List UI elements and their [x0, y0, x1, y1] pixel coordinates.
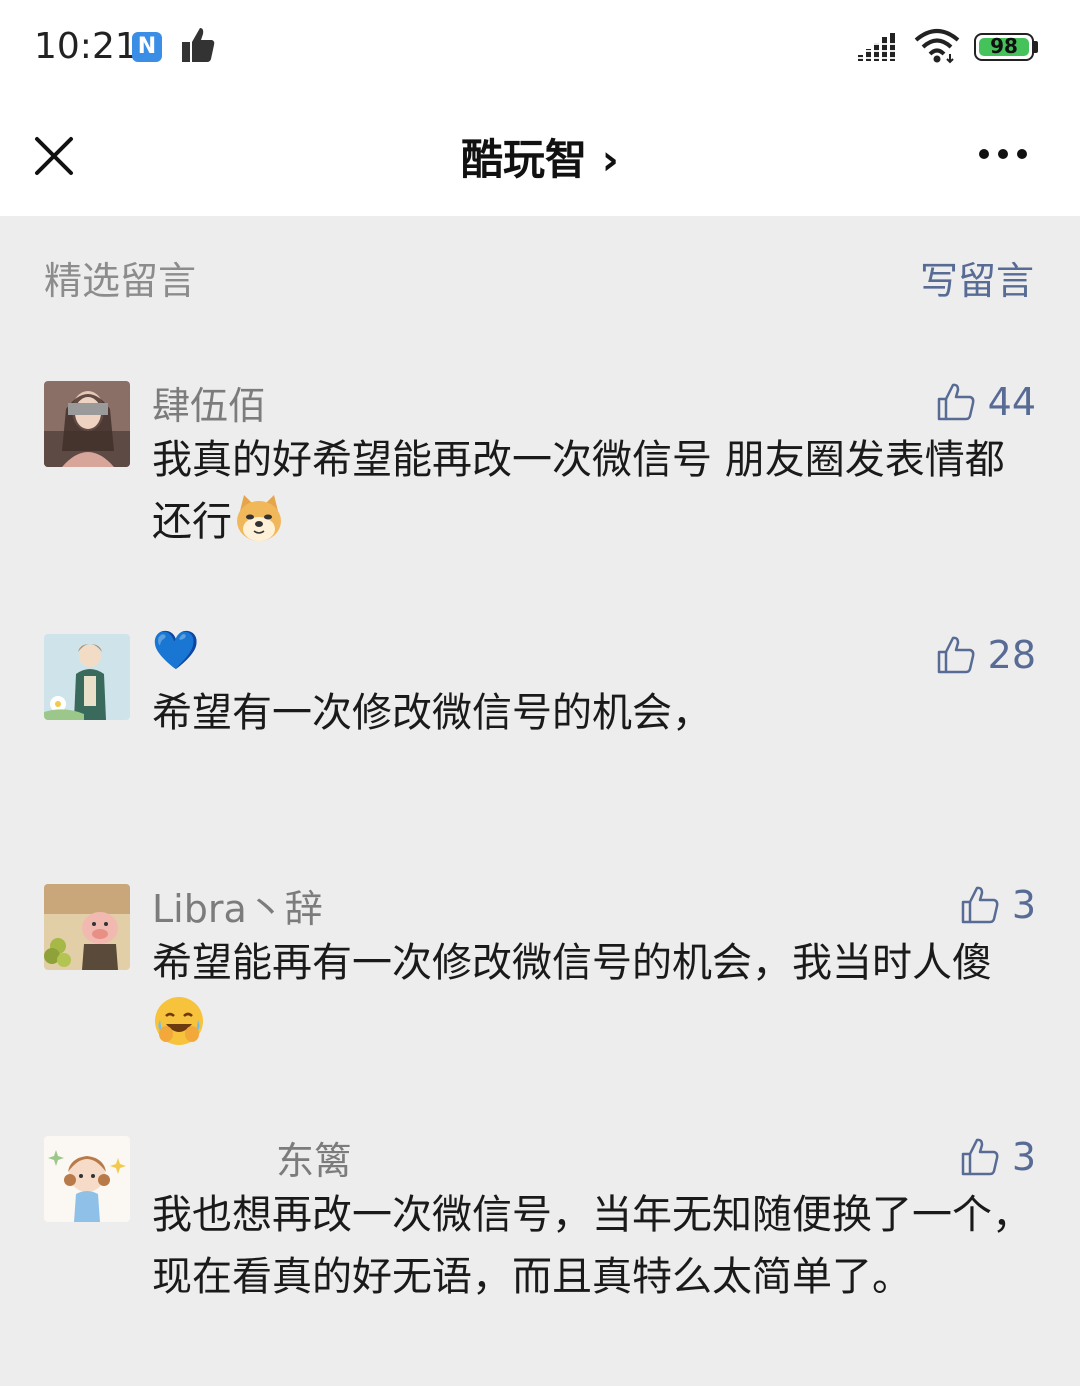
comment-username: 东篱 — [276, 1139, 353, 1183]
battery-level: 98 — [990, 34, 1018, 58]
thumb-notification-icon — [182, 28, 215, 62]
nav-bar: 酷玩智 › — [0, 96, 1080, 216]
write-comment-button[interactable]: 写留言 — [920, 250, 1034, 305]
comment-username: 肆伍佰 — [152, 384, 267, 428]
comment-text: 希望能再有一次修改微信号的机会，我当时人傻 — [152, 932, 1032, 1056]
wifi-icon — [914, 29, 960, 64]
like-button[interactable]: 44 — [936, 379, 1036, 425]
signal-icon — [858, 33, 898, 61]
like-count: 3 — [1011, 1135, 1036, 1179]
comment-text: 希望有一次修改微信号的机会， — [152, 690, 712, 736]
thumbs-up-icon — [961, 886, 999, 924]
laugh-cry-emoji — [155, 997, 203, 1045]
comments-section-header: 精选留言 写留言 — [0, 216, 1080, 326]
comment-text: 我真的好希望能再改一次微信号 朋友圈发表情都还行 — [152, 437, 1005, 545]
like-count: 44 — [987, 380, 1036, 424]
notification-app-icon: N — [132, 32, 162, 62]
thumbs-up-icon — [937, 383, 975, 421]
like-button[interactable]: 3 — [960, 882, 1036, 928]
comment-username: 💙 — [152, 628, 200, 672]
status-time: 10:21 — [34, 26, 138, 67]
avatar[interactable] — [44, 381, 130, 467]
doge-emoji — [237, 495, 281, 541]
comment-text: 我也想再改一次微信号，当年无知随便换了一个，现在看真的好无语，而且真特么太简单了… — [152, 1192, 1032, 1300]
avatar[interactable] — [44, 884, 130, 970]
more-options-icon[interactable] — [978, 148, 1028, 160]
battery-indicator: 98 — [974, 33, 1038, 61]
comment-username: Libra丶辞 — [152, 887, 323, 931]
like-count: 28 — [987, 633, 1036, 677]
like-button[interactable]: 3 — [960, 1134, 1036, 1180]
avatar[interactable] — [44, 1136, 130, 1222]
thumbs-up-icon — [961, 1138, 999, 1176]
like-count: 3 — [1011, 883, 1036, 927]
status-bar: 10:21 N 98 — [0, 0, 1080, 96]
thumbs-up-icon — [937, 636, 975, 674]
section-title: 精选留言 — [44, 259, 197, 303]
page-title[interactable]: 酷玩智 › — [0, 126, 1080, 187]
avatar[interactable] — [44, 634, 130, 720]
like-button[interactable]: 28 — [936, 632, 1036, 678]
